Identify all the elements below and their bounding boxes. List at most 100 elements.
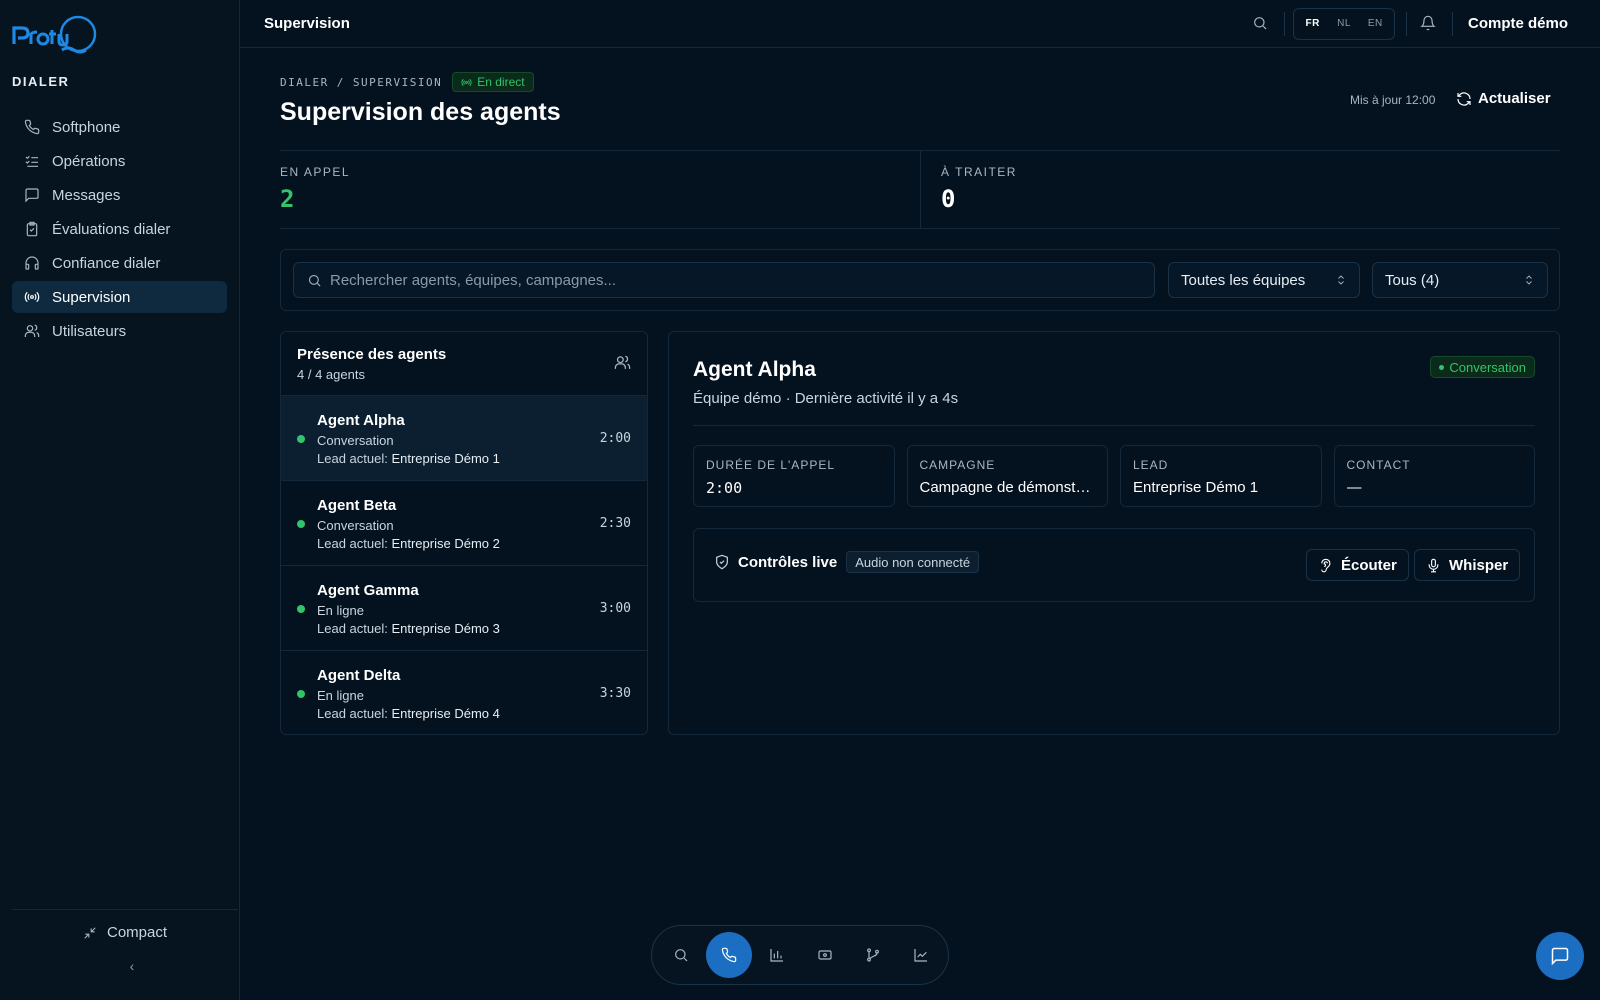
sidebar-item-messages[interactable]: Messages [12, 179, 227, 211]
call-info-cards: DURÉE DE L'APPEL 2:00 CAMPAGNE Campagne … [693, 445, 1535, 507]
stat-label: EN APPEL [280, 165, 351, 179]
search-icon [308, 274, 321, 287]
chevron-up-down-icon [1526, 275, 1532, 285]
dock-search-button[interactable] [658, 932, 704, 978]
agent-row[interactable]: Agent Alpha Conversation Lead actuel: En… [281, 396, 647, 481]
card-contact: CONTACT — [1333, 445, 1535, 507]
page-title: Supervision des agents [280, 98, 561, 126]
search-field [293, 262, 1155, 298]
stat-label: À TRAITER [941, 165, 1017, 179]
online-status-dot [297, 520, 305, 528]
status-select-value: Tous (4) [1385, 271, 1440, 289]
presence-header: Présence des agents 4 / 4 agents [281, 332, 647, 396]
presence-count: 4 / 4 agents [297, 367, 365, 382]
breadcrumb: DIALER / SUPERVISION En direct [280, 72, 534, 92]
online-status-dot [297, 435, 305, 443]
stat-en-appel: EN APPEL 2 [280, 151, 920, 228]
team-select[interactable]: Toutes les équipes [1168, 262, 1360, 298]
sidebar-item-supervision[interactable]: Supervision [12, 281, 227, 313]
language-en[interactable]: EN [1360, 12, 1391, 36]
card-label: CAMPAGNE [919, 458, 996, 472]
breadcrumb-separator: / [336, 75, 345, 89]
language-fr[interactable]: FR [1297, 12, 1328, 36]
refresh-icon [1457, 91, 1471, 106]
divider [1284, 12, 1285, 36]
card-label: CONTACT [1346, 458, 1411, 472]
sidebar-item-label: Messages [52, 186, 121, 204]
stat-value: 0 [941, 185, 956, 213]
chat-button[interactable] [1536, 932, 1584, 980]
audio-status-badge: Audio non connecté [846, 551, 980, 573]
dock-ticket-button[interactable] [802, 932, 848, 978]
topbar: Supervision FR NL EN Compte démo [240, 0, 1600, 48]
bell-icon[interactable] [1420, 15, 1436, 36]
card-value: Entreprise Démo 1 [1133, 479, 1259, 496]
agent-call-time: 3:30 [599, 686, 631, 701]
sidebar-item-confiance[interactable]: Confiance dialer [12, 247, 227, 279]
agent-name: Agent Delta [317, 667, 401, 684]
sidebar: DIALER Softphone Opérations Messages Éva… [0, 0, 240, 1000]
status-select[interactable]: Tous (4) [1372, 262, 1548, 298]
agent-row[interactable]: Agent Beta Conversation Lead actuel: Ent… [281, 481, 647, 566]
sidebar-item-operations[interactable]: Opérations [12, 145, 227, 177]
language-nl[interactable]: NL [1328, 12, 1359, 36]
agent-row[interactable]: Agent Gamma En ligne Lead actuel: Entrep… [281, 566, 647, 651]
sidebar-item-evaluations[interactable]: Évaluations dialer [12, 213, 227, 245]
refresh-button[interactable]: Actualiser [1456, 90, 1551, 107]
compact-label: Compact [106, 924, 168, 941]
search-input[interactable] [330, 263, 1140, 297]
status-dot [1439, 364, 1445, 370]
sidebar-section-label: DIALER [12, 74, 70, 89]
agent-status: En ligne [317, 603, 364, 618]
card-label: DURÉE DE L'APPEL [706, 458, 835, 472]
lead-prefix: Lead actuel: [317, 706, 388, 721]
dock-flow-button[interactable] [850, 932, 896, 978]
ticket-icon [818, 950, 832, 960]
live-controls-label: Contrôles live [738, 553, 838, 571]
logo[interactable] [12, 14, 98, 60]
presence-title: Présence des agents [297, 346, 447, 363]
agent-call-time: 3:00 [599, 601, 631, 616]
sidebar-footer: Compact ‹ [12, 909, 238, 974]
search-icon[interactable] [1252, 15, 1270, 33]
sidebar-item-utilisateurs[interactable]: Utilisateurs [12, 315, 227, 347]
listen-button[interactable]: Écouter [1306, 549, 1409, 581]
collapse-sidebar-button[interactable]: ‹ [120, 958, 144, 978]
shield-check-icon [716, 554, 728, 570]
sidebar-item-label: Supervision [52, 288, 131, 306]
card-value: Campagne de démonstrat... [919, 479, 1096, 496]
agent-call-time: 2:00 [599, 431, 631, 446]
compact-button[interactable]: Compact [12, 924, 238, 941]
agent-lead: Lead actuel: Entreprise Démo 4 [317, 706, 647, 721]
agent-lead: Lead actuel: Entreprise Démo 3 [317, 621, 647, 636]
card-value: 2:00 [706, 479, 743, 497]
ear-icon [1321, 558, 1331, 572]
agent-presence-panel: Présence des agents 4 / 4 agents Agent A… [280, 331, 648, 735]
live-controls-title: Contrôles live Audio non connecté [714, 551, 980, 573]
agent-row[interactable]: Agent Delta En ligne Lead actuel: Entrep… [281, 651, 647, 734]
breadcrumb-item[interactable]: DIALER [280, 76, 329, 89]
users-icon [24, 324, 40, 337]
stat-value: 2 [280, 185, 295, 213]
account-menu[interactable]: Compte démo [1468, 15, 1568, 32]
sidebar-item-label: Softphone [52, 118, 121, 136]
filters-bar: Toutes les équipes Tous (4) [280, 249, 1560, 311]
card-value: — [1346, 479, 1362, 496]
dock-analytics-button[interactable] [898, 932, 944, 978]
dock-phone-button[interactable] [706, 932, 752, 978]
dock-stats-button[interactable] [754, 932, 800, 978]
stats-bar: EN APPEL 2 À TRAITER 0 [280, 150, 1560, 229]
whisper-button[interactable]: Whisper [1414, 549, 1521, 581]
live-label: En direct [477, 75, 525, 89]
live-controls: Contrôles live Audio non connecté Écoute… [693, 528, 1535, 602]
agent-lead: Lead actuel: Entreprise Démo 2 [317, 536, 647, 551]
divider [1452, 12, 1453, 36]
online-status-dot [297, 690, 305, 698]
agent-name: Agent Gamma [317, 582, 419, 599]
agent-status: En ligne [317, 688, 364, 703]
online-status-dot [297, 605, 305, 613]
lead-value: Entreprise Démo 4 [391, 706, 500, 721]
sidebar-item-softphone[interactable]: Softphone [12, 111, 227, 143]
bar-chart-icon [770, 949, 783, 962]
agent-detail-panel: Agent Alpha Équipe démo · Dernière activ… [668, 331, 1560, 735]
